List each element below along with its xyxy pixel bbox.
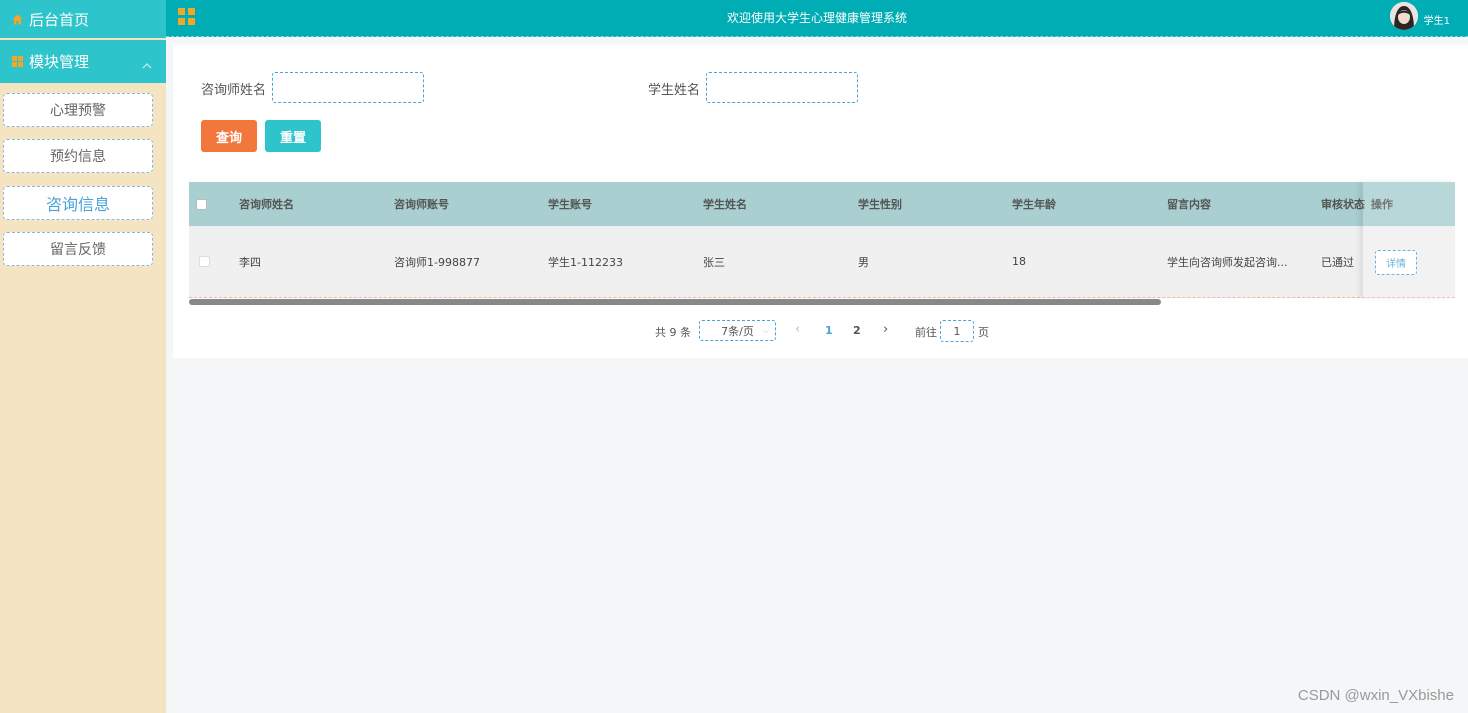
page-1[interactable]: 1 <box>825 324 833 337</box>
pagination: 共 9 条 7条/页 ⌵ ‹ 1 2 › 前往 1 页 <box>173 320 1468 344</box>
counselor-name-input[interactable] <box>272 72 424 103</box>
col-student-name: 学生姓名 <box>703 198 747 211</box>
cell-student-gender: 男 <box>858 255 869 269</box>
row-checkbox[interactable] <box>199 256 210 267</box>
sidebar-module-toggle[interactable]: 模块管理 <box>0 40 166 83</box>
main-panel: 咨询师姓名 学生姓名 查询 重置 咨询师姓名 咨询师账号 学生账号 学生姓名 学… <box>173 44 1468 358</box>
fixed-actions-column <box>1363 182 1455 298</box>
cell-student-age: 18 <box>1012 255 1026 268</box>
goto-prefix: 前往 <box>915 326 937 339</box>
user-name[interactable]: 学生1 <box>1424 12 1450 27</box>
select-all-cell <box>196 182 216 226</box>
col-student-age: 学生年龄 <box>1012 198 1056 211</box>
sidebar-item-consultation[interactable]: 咨询信息 <box>3 186 153 220</box>
table-row: 李四 咨询师1-998877 学生1-112233 张三 男 18 学生向咨询师… <box>189 226 1455 298</box>
cell-message-content: 学生向咨询师发起咨询... <box>1167 255 1288 269</box>
query-button[interactable]: 查询 <box>201 120 257 152</box>
student-name-input[interactable] <box>706 72 858 103</box>
page-size-select[interactable]: 7条/页 ⌵ <box>699 320 776 341</box>
page-size-value: 7条/页 <box>721 324 754 338</box>
prev-page-button[interactable]: ‹ <box>795 322 800 337</box>
sidebar-home[interactable]: 后台首页 <box>0 0 166 38</box>
col-counselor-name: 咨询师姓名 <box>239 198 294 211</box>
sidebar-home-label: 后台首页 <box>29 10 90 29</box>
watermark: CSDN @wxin_VXbishe <box>1297 687 1454 704</box>
cell-review-status: 已通过 <box>1321 255 1354 269</box>
next-page-button[interactable]: › <box>883 322 888 337</box>
col-student-gender: 学生性别 <box>858 198 902 211</box>
reset-button[interactable]: 重置 <box>265 120 321 152</box>
chevron-down-icon: ⌵ <box>762 326 769 335</box>
chevron-up-icon <box>142 57 152 68</box>
page-title: 欢迎使用大学生心理健康管理系统 <box>726 11 907 25</box>
avatar[interactable] <box>1390 2 1418 30</box>
cell-counselor-name: 李四 <box>239 255 261 269</box>
col-counselor-account: 咨询师账号 <box>394 198 449 211</box>
page-2[interactable]: 2 <box>853 324 861 337</box>
counselor-name-label: 咨询师姓名 <box>201 83 267 98</box>
col-student-account: 学生账号 <box>548 198 592 211</box>
col-message-content: 留言内容 <box>1167 198 1211 211</box>
top-header: 欢迎使用大学生心理健康管理系统 学生1 <box>166 0 1468 37</box>
sidebar-item-warning[interactable]: 心理预警 <box>3 93 153 127</box>
goto-page-input[interactable]: 1 <box>940 320 974 342</box>
sidebar-item-feedback[interactable]: 留言反馈 <box>3 232 153 266</box>
sidebar-module-label: 模块管理 <box>29 53 90 71</box>
horizontal-scrollbar[interactable] <box>189 299 1161 305</box>
cell-student-name: 张三 <box>703 255 725 269</box>
col-review-status: 审核状态 <box>1321 198 1365 211</box>
cell-student-account: 学生1-112233 <box>548 255 623 269</box>
cell-counselor-account: 咨询师1-998877 <box>394 255 480 269</box>
sidebar: 后台首页 模块管理 心理预警 预约信息 咨询信息 留言反馈 <box>0 0 166 713</box>
table-header: 咨询师姓名 咨询师账号 学生账号 学生姓名 学生性别 学生年龄 留言内容 审核状… <box>189 182 1455 226</box>
row-select-cell <box>199 226 219 297</box>
student-name-label: 学生姓名 <box>648 83 701 98</box>
grid-icon <box>12 56 23 67</box>
sidebar-item-appointment[interactable]: 预约信息 <box>3 139 153 173</box>
pagination-total: 共 9 条 <box>655 326 691 339</box>
consultation-table: 咨询师姓名 咨询师账号 学生账号 学生姓名 学生性别 学生年龄 留言内容 审核状… <box>189 182 1455 305</box>
home-icon <box>12 14 23 25</box>
goto-suffix: 页 <box>978 326 989 339</box>
select-all-checkbox[interactable] <box>196 198 207 210</box>
